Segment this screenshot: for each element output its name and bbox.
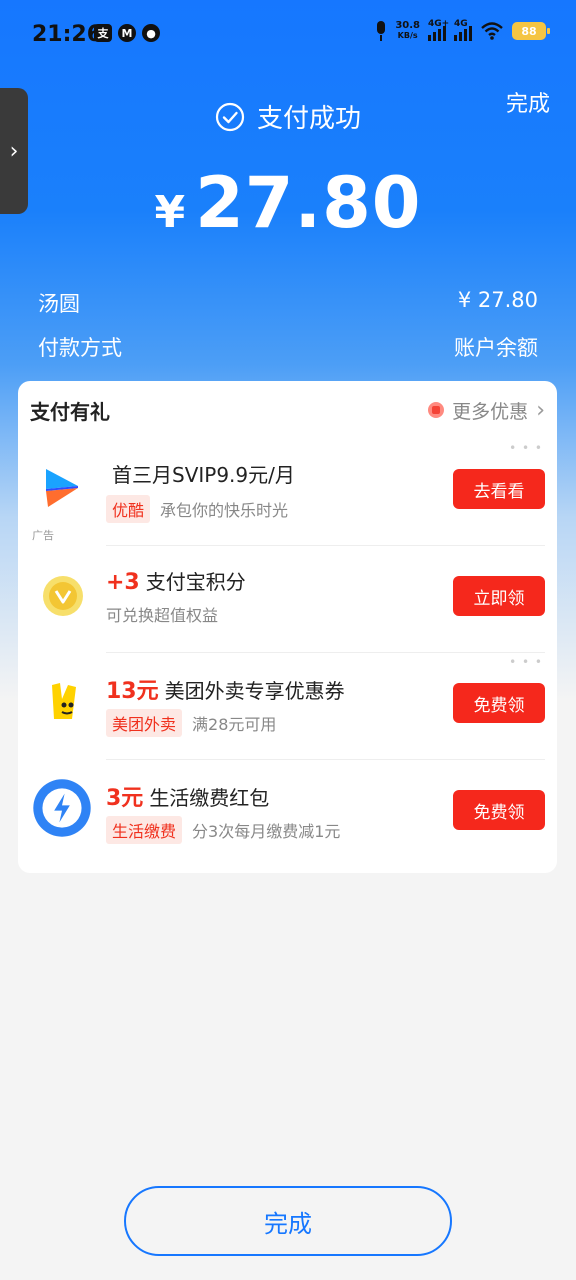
offer-subtitle: 可兑换超值权益 <box>106 602 218 626</box>
offer-title: +3 支付宝积分 <box>106 566 246 595</box>
offer-title: 3元 生活缴费红包 <box>106 780 269 812</box>
item-amount: ¥ 27.80 <box>457 288 538 312</box>
payment-success-row: 支付成功 <box>0 98 576 135</box>
card-title: 支付有礼 <box>30 399 110 424</box>
offer-tag: 优酷 <box>106 495 151 523</box>
item-row: 汤圆 ¥ 27.80 <box>38 288 538 318</box>
offer-title-text: 生活缴费红包 <box>149 786 270 810</box>
m-icon: M <box>118 24 136 42</box>
offer-title-text: 美团外卖专享优惠券 <box>164 679 345 703</box>
signal-label: 4G+ <box>428 19 450 29</box>
status-bar: 21:26 支 M ● 30.8 KB/s 4G+ 4G 88 <box>0 0 576 70</box>
offer-badge-icon <box>428 402 445 418</box>
claim-free-button[interactable]: 免费领 <box>453 790 545 830</box>
signal-icon: 4G+ <box>428 19 450 41</box>
offer-desc: 承包你的快乐时光 <box>160 501 289 520</box>
card-header: 支付有礼 更多优惠 › <box>18 381 557 439</box>
offer-item[interactable]: 3元 生活缴费红包 生活缴费 分3次每月缴费减1元 免费领 <box>18 760 557 867</box>
notification-icons: 支 M ● <box>94 24 160 42</box>
meituan-icon <box>52 683 76 719</box>
paid-amount: ¥ 27.80 <box>0 162 576 244</box>
alipay-icon: 支 <box>94 24 112 42</box>
offer-highlight: 3元 <box>106 786 144 811</box>
offer-subtitle: 优酷 承包你的快乐时光 <box>106 495 288 523</box>
claim-free-button[interactable]: 免费领 <box>453 683 545 723</box>
signal-icon-2: 4G <box>454 19 472 41</box>
offer-item[interactable]: +3 支付宝积分 可兑换超值权益 立即领 <box>18 546 557 653</box>
offer-title: 首三月SVIP9.9元/月 <box>106 459 295 488</box>
offer-desc: 可兑换超值权益 <box>106 606 219 625</box>
net-speed-unit: KB/s <box>397 31 418 40</box>
done-button[interactable]: 完成 <box>124 1186 452 1256</box>
offer-subtitle: 美团外卖 满28元可用 <box>106 709 276 737</box>
youku-icon <box>46 469 78 507</box>
offer-item[interactable]: • • • 13元 美团外卖专享优惠券 美团外卖 满28元可用 免费领 <box>18 653 557 760</box>
ad-label: 广告 <box>32 529 54 542</box>
claim-now-button[interactable]: 立即领 <box>453 576 545 616</box>
success-text: 支付成功 <box>256 104 361 134</box>
chevron-right-icon: › <box>9 138 19 164</box>
offer-item[interactable]: • • • 广告 首三月SVIP9.9元/月 优酷 承包你的快乐时光 去看看 <box>18 439 557 546</box>
amount-value: 27.80 <box>195 162 422 244</box>
offer-desc: 满28元可用 <box>192 715 277 734</box>
utility-bolt-icon <box>33 779 91 837</box>
chevron-right-icon: › <box>536 397 545 423</box>
check-circle-icon <box>215 102 245 131</box>
offer-title-text: 首三月SVIP9.9元/月 <box>112 463 295 487</box>
more-options-icon[interactable]: • • • <box>509 655 543 669</box>
wechat-icon: ● <box>142 24 160 42</box>
mic-icon <box>375 20 387 42</box>
payment-gift-card: 支付有礼 更多优惠 › • • • 广告 首三月SVIP9.9元/月 优酷 承包… <box>18 381 557 873</box>
offer-desc: 分3次每月缴费减1元 <box>192 822 341 841</box>
network-speed: 30.8 KB/s <box>395 21 420 41</box>
more-offers-link[interactable]: 更多优惠 › <box>428 397 545 424</box>
wifi-icon <box>481 22 503 40</box>
payment-method-label: 付款方式 <box>38 336 122 360</box>
offer-subtitle: 生活缴费 分3次每月缴费减1元 <box>106 816 340 844</box>
go-see-button[interactable]: 去看看 <box>453 469 545 509</box>
points-coin-icon <box>43 576 83 616</box>
item-name: 汤圆 <box>38 292 80 316</box>
status-time: 21:26 <box>32 22 103 47</box>
signal-label-2: 4G <box>454 19 468 29</box>
status-right: 30.8 KB/s 4G+ 4G 88 <box>375 19 550 42</box>
payment-method-value: 账户余额 <box>454 336 538 360</box>
payment-method-row: 付款方式 账户余额 <box>38 332 538 362</box>
offer-title-text: 支付宝积分 <box>145 570 246 594</box>
more-options-icon[interactable]: • • • <box>509 441 543 455</box>
currency-symbol: ¥ <box>154 187 186 238</box>
battery-icon: 88 <box>512 22 550 40</box>
net-speed-value: 30.8 <box>395 20 420 31</box>
offer-highlight: 13元 <box>106 679 159 704</box>
offer-tag: 生活缴费 <box>106 816 183 844</box>
more-offers-label: 更多优惠 <box>452 400 529 423</box>
offer-title: 13元 美团外卖专享优惠券 <box>106 673 345 705</box>
offer-tag: 美团外卖 <box>106 709 183 737</box>
offer-highlight: +3 <box>106 570 140 595</box>
